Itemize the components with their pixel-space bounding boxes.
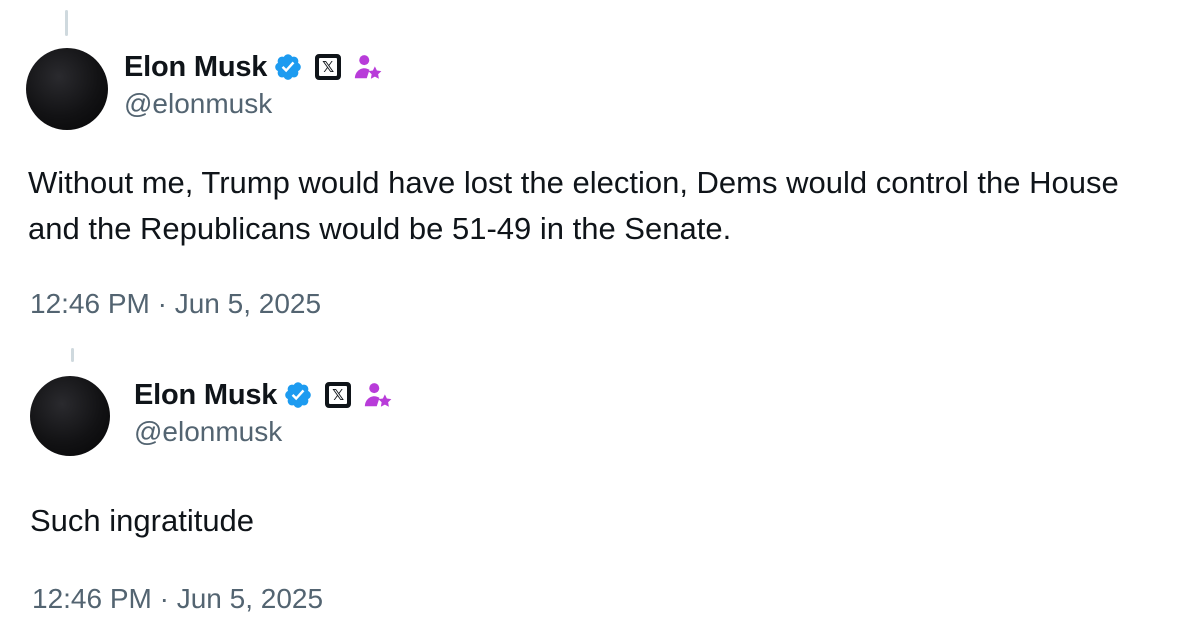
person-star-icon[interactable] [353,52,383,82]
verified-check-icon[interactable] [283,380,313,410]
tweet-text: Without me, Trump would have lost the el… [28,165,1119,246]
tweet-text: Such ingratitude [30,503,255,538]
thread-connector-line [71,348,74,362]
tweet-timestamp[interactable]: 12:46 PM · Jun 5, 2025 [32,583,323,615]
person-star-icon[interactable] [363,380,393,410]
avatar[interactable] [30,376,110,456]
thread-connector-line [65,10,68,36]
tweet[interactable]: Elon Musk 𝕏 @elonmusk Such ingratitude 1… [0,340,1179,630]
author-handle[interactable]: @elonmusk [134,416,282,448]
author-display-name[interactable]: Elon Musk [134,379,277,412]
author-name-row: Elon Musk 𝕏 [134,377,393,413]
x-logo-icon[interactable]: 𝕏 [315,54,342,80]
x-logo-icon[interactable]: 𝕏 [325,382,352,408]
tweet[interactable]: Elon Musk 𝕏 @elonmusk Without me, Trump … [0,0,1179,330]
author-name-row: Elon Musk 𝕏 [124,49,383,85]
author-handle[interactable]: @elonmusk [124,88,272,120]
avatar[interactable] [26,48,108,130]
verified-check-icon[interactable] [273,52,303,82]
tweet-timestamp[interactable]: 12:46 PM · Jun 5, 2025 [30,288,321,320]
author-display-name[interactable]: Elon Musk [124,51,267,84]
